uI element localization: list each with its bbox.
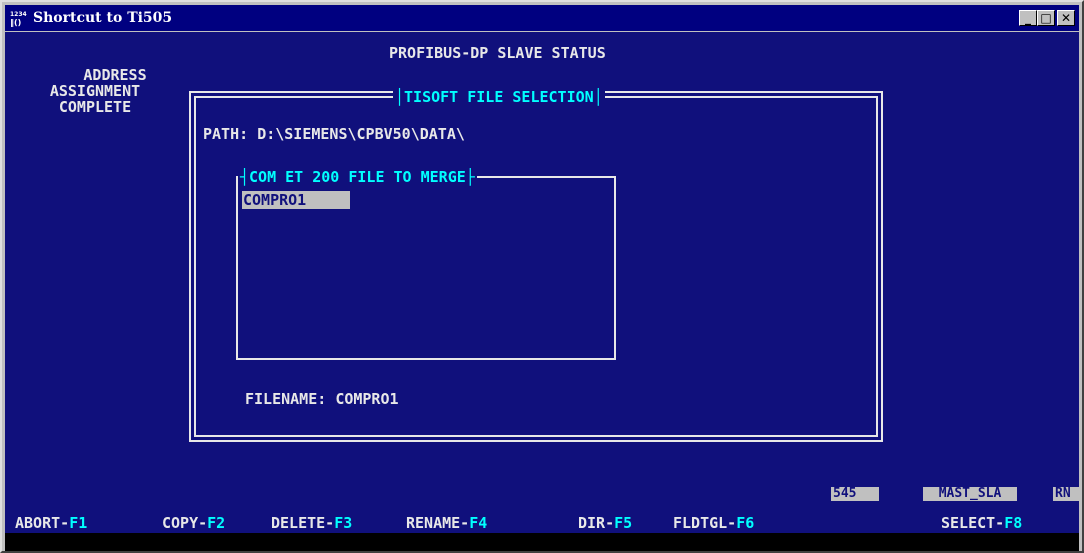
close-icon: ✕ — [1060, 11, 1072, 25]
copy-f2-key[interactable]: COPY-F2 — [162, 514, 225, 532]
path-label: PATH: — [203, 125, 249, 143]
status-field-mast-sla: MAST_SLA — [923, 487, 1017, 501]
close-button[interactable]: ✕ — [1057, 10, 1075, 26]
file-list-title: ┤COM ET 200 FILE TO MERGE├ — [240, 168, 475, 186]
status-field-545: 545 — [831, 487, 879, 501]
select-f8-key[interactable]: SELECT-F8 — [941, 514, 1022, 532]
minimize-icon: _ — [1025, 11, 1031, 25]
dialog-title: │TISOFT FILE SELECTION│ — [395, 88, 603, 106]
file-list-title-bar: ┤COM ET 200 FILE TO MERGE├ — [238, 167, 477, 186]
status-field-rn: RN — [1053, 487, 1079, 501]
console-window: 1234 ‖() Shortcut to Ti505 _ □ ✕ PROFIBU… — [0, 0, 1084, 553]
filename-label: FILENAME: — [245, 390, 327, 408]
dos-screen[interactable]: PROFIBUS-DP SLAVE STATUS ADDRESS ASSIGNM… — [5, 32, 1079, 533]
rename-f4-key[interactable]: RENAME-F4 — [406, 514, 487, 532]
filename-value[interactable]: COMPRO1 — [335, 390, 398, 408]
title-bar[interactable]: 1234 ‖() Shortcut to Ti505 _ □ ✕ — [5, 5, 1079, 31]
window-title: Shortcut to Ti505 — [33, 10, 173, 26]
svg-text:‖(): ‖() — [10, 18, 21, 27]
ms-dos-icon[interactable]: 1234 ‖() — [9, 9, 27, 27]
dialog-title-bar: │TISOFT FILE SELECTION│ — [393, 87, 605, 106]
abort-f1-key[interactable]: ABORT-F1 — [15, 514, 87, 532]
path-value: D:\SIEMENS\CPBV50\DATA\ — [257, 125, 465, 143]
filename-line: FILENAME: COMPRO1 — [245, 390, 399, 408]
dir-f5-key[interactable]: DIR-F5 — [578, 514, 632, 532]
status-message-line-3: COMPLETE — [58, 98, 132, 116]
bottom-strip — [5, 533, 1079, 551]
svg-text:1234: 1234 — [10, 11, 27, 18]
path-line: PATH: D:\SIEMENS\CPBV50\DATA\ — [203, 125, 465, 143]
minimize-button[interactable]: _ — [1019, 10, 1037, 26]
maximize-button[interactable]: □ — [1037, 10, 1055, 26]
screen-header: PROFIBUS-DP SLAVE STATUS — [389, 44, 606, 62]
delete-f3-key[interactable]: DELETE-F3 — [271, 514, 352, 532]
maximize-icon: □ — [1040, 11, 1052, 25]
file-list-item-selected[interactable]: COMPRO1 — [242, 191, 350, 209]
fldtgl-f6-key[interactable]: FLDTGL-F6 — [673, 514, 754, 532]
